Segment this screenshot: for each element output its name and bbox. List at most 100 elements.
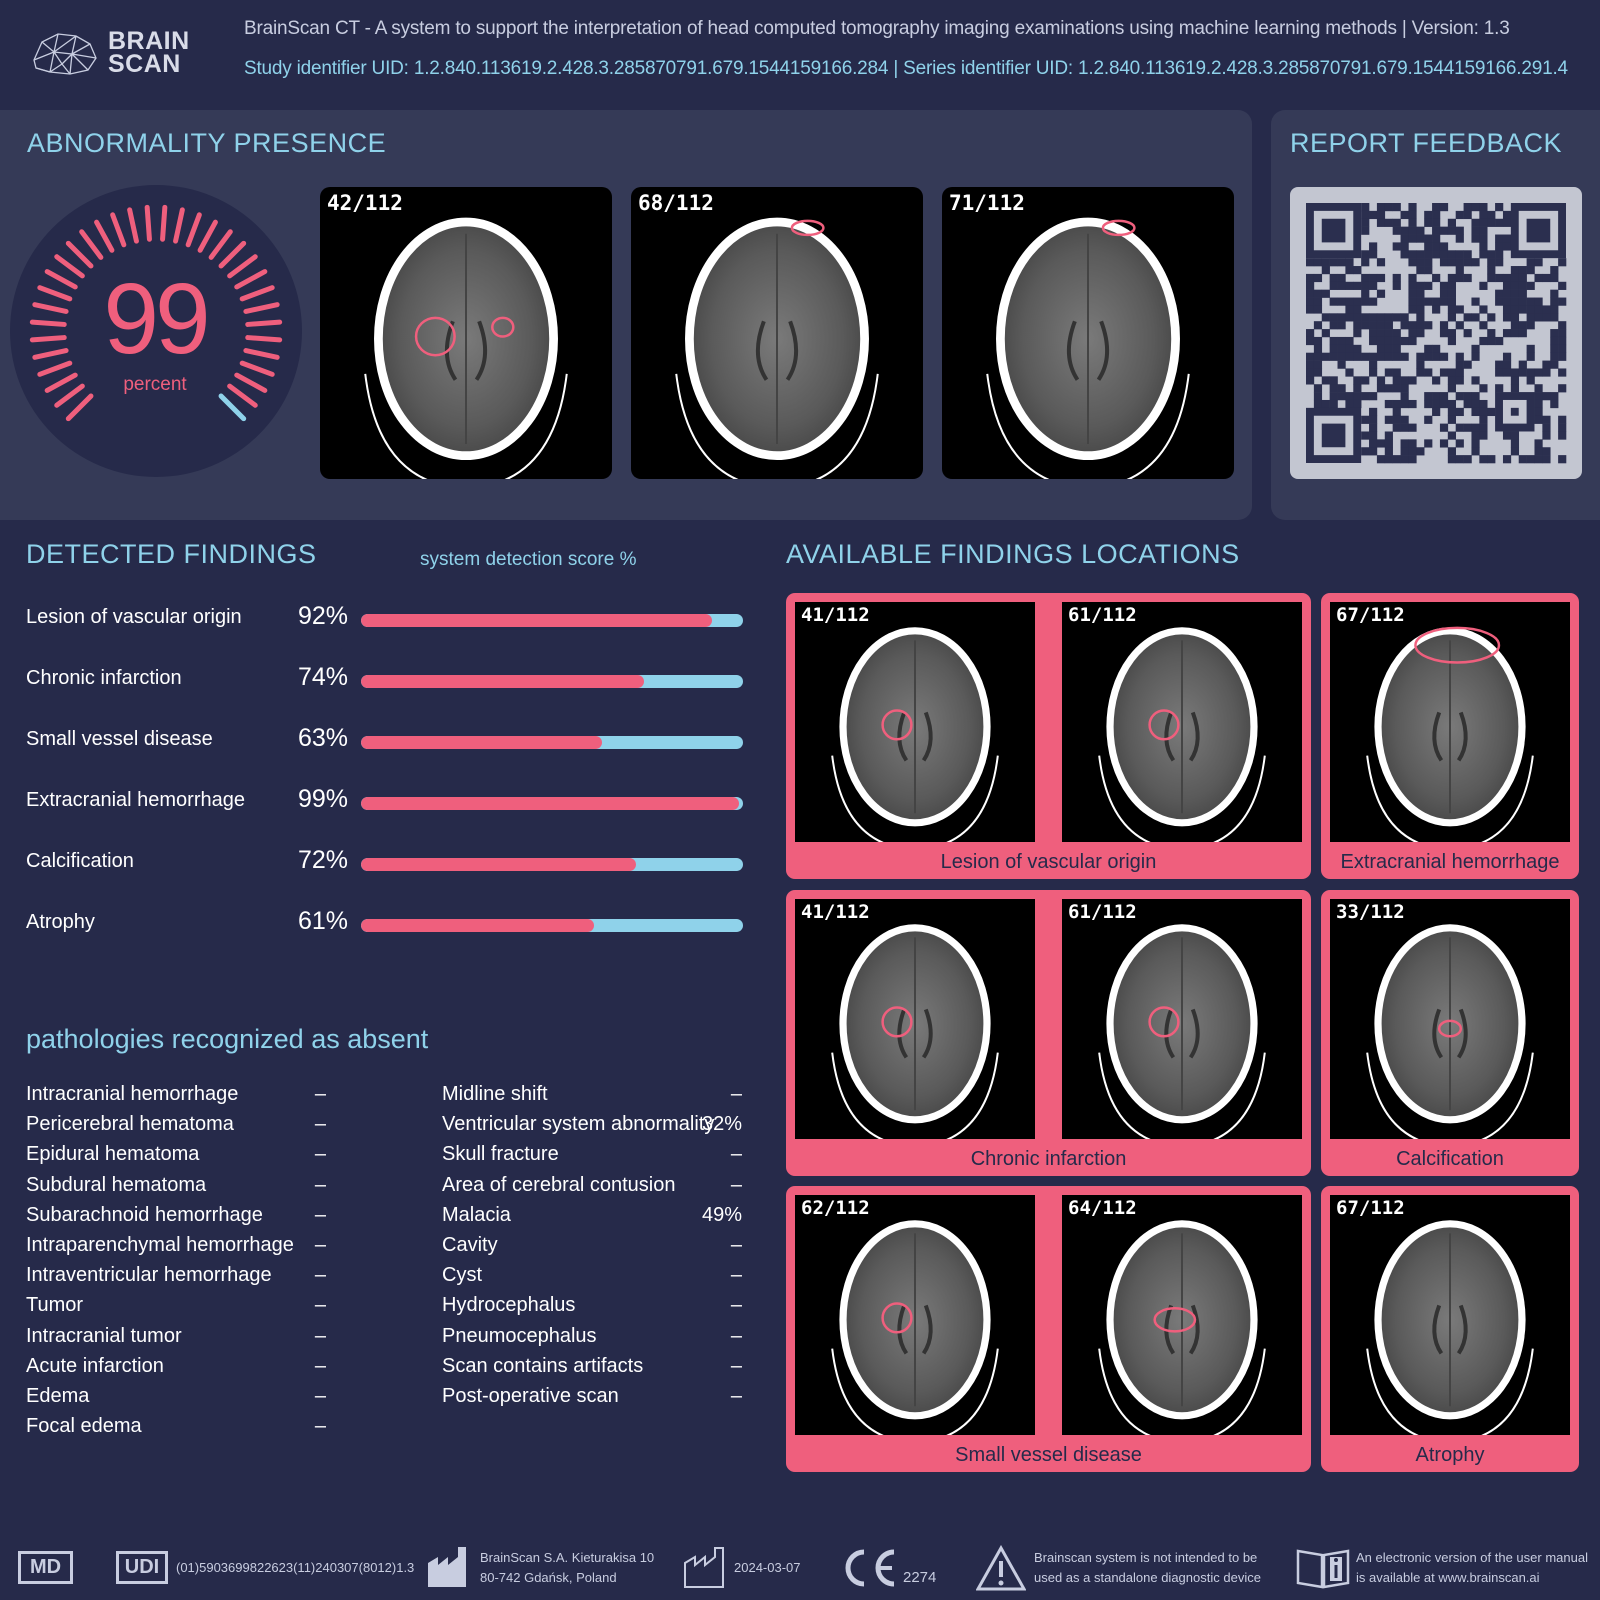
abnormality-slice-1[interactable]: 42/112 [320, 187, 612, 479]
finding-percent: 99% [298, 785, 349, 813]
findings-score-header: system detection score % [420, 549, 637, 570]
absent-pathology-value: – [314, 1143, 326, 1166]
md-symbol-icon: MD [18, 1551, 73, 1584]
absent-pathology-label: Edema [26, 1385, 90, 1407]
findings-title: DETECTED FINDINGS [26, 539, 317, 569]
absent-pathology-value: – [730, 1264, 742, 1287]
absent-pathology-label: Cavity [442, 1234, 498, 1256]
finding-label: Small vessel disease [26, 728, 213, 750]
abnormality-slice-2[interactable]: 68/112 [631, 187, 923, 479]
finding-label: Calcification [26, 850, 134, 872]
locations-title: AVAILABLE FINDINGS LOCATIONS [786, 539, 1240, 569]
finding-score-fill [361, 675, 644, 688]
slice-number: 67/112 [1336, 604, 1405, 626]
user-manual-icon [1296, 1549, 1350, 1589]
finding-score-fill [361, 736, 602, 749]
finding-label: Lesion of vascular origin [26, 606, 242, 628]
manufacture-date: 2024-03-07 [734, 1560, 801, 1575]
finding-location-card[interactable]: 41/112 61/112 Chronic infarction [786, 890, 1311, 1176]
absent-pathology-label: Tumor [26, 1294, 84, 1317]
slice-number: 62/112 [801, 1197, 870, 1219]
finding-label: Chronic infarction [26, 667, 182, 689]
finding-location-caption: Atrophy [1415, 1444, 1485, 1466]
absent-pathology-label: Scan contains artifacts [442, 1354, 644, 1377]
finding-score-bar [361, 614, 743, 627]
slice-number: 42/112 [327, 191, 403, 215]
absent-pathology-value: – [730, 1173, 742, 1196]
absent-pathology-label: Cyst [442, 1264, 482, 1287]
absent-pathology-label: Skull fracture [442, 1143, 559, 1166]
absent-pathology-label: Midline shift [442, 1083, 548, 1105]
finding-score-fill [361, 614, 713, 627]
finding-label: Atrophy [26, 911, 95, 933]
location-slice[interactable]: 67/112 [1330, 602, 1570, 842]
finding-location-caption: Extracranial hemorrhage [1340, 851, 1560, 873]
location-slice[interactable]: 41/112 [795, 899, 1035, 1139]
absent-pathology-value: – [314, 1083, 326, 1105]
absent-pathology-label: Intracranial hemorrhage [26, 1083, 239, 1105]
slice-number: 61/112 [1068, 604, 1137, 626]
absent-pathology-value: – [314, 1234, 326, 1256]
gauge-tick [144, 204, 152, 242]
absent-pathology-label: Area of cerebral contusion [442, 1173, 676, 1196]
absent-pathology-label: Pericerebral hematoma [26, 1113, 234, 1136]
finding-location-card[interactable]: 33/112 Calcification [1321, 890, 1579, 1176]
user-manual-text: An electronic version of the user manual… [1356, 1550, 1588, 1585]
finding-percent: 74% [298, 663, 349, 691]
feedback-qr-code[interactable] [1290, 187, 1582, 479]
finding-score-fill [361, 797, 740, 810]
finding-label: Extracranial hemorrhage [26, 789, 245, 811]
finding-score-fill [361, 858, 637, 871]
slice-number: 68/112 [638, 191, 714, 215]
absent-pathology-label: Malacia [442, 1203, 511, 1226]
location-slice[interactable]: 67/112 [1330, 1195, 1570, 1435]
absent-pathology-label: Hydrocephalus [442, 1294, 576, 1317]
location-slice[interactable]: 41/112 [795, 602, 1035, 842]
absent-pathology-label: Post-operative scan [442, 1385, 619, 1407]
finding-location-card[interactable]: 67/112 Atrophy [1321, 1186, 1579, 1472]
absent-pathology-value: – [314, 1173, 326, 1196]
manufacturer-address: BrainScan S.A. Kieturakisa 10 80-742 Gda… [480, 1550, 655, 1585]
finding-location-card[interactable]: 62/112 64/112 Small vessel disease [786, 1186, 1311, 1472]
finding-score-fill [361, 919, 595, 932]
finding-score-bar [361, 858, 743, 871]
warning-icon [976, 1545, 1026, 1591]
location-slice[interactable]: 33/112 [1330, 899, 1570, 1139]
finding-score-bar [361, 797, 743, 810]
finding-percent: 63% [298, 724, 349, 752]
ce-number: 2274 [903, 1569, 937, 1586]
absent-pathology-value: – [730, 1354, 742, 1377]
finding-score-bar [361, 919, 743, 932]
header-study-uid: Study identifier UID: 1.2.840.113619.2.4… [244, 58, 1568, 79]
slice-number: 41/112 [801, 901, 870, 923]
ce-mark-icon [845, 1549, 895, 1587]
finding-location-caption: Lesion of vascular origin [940, 851, 1157, 873]
absent-pathology-value: – [314, 1294, 326, 1317]
abnormality-title: ABNORMALITY PRESENCE [27, 128, 387, 158]
udi-symbol-icon: UDI [116, 1551, 168, 1584]
manufacture-date-icon [684, 1547, 724, 1588]
absent-title: pathologies recognized as absent [26, 1024, 429, 1054]
slice-number: 33/112 [1336, 901, 1405, 923]
warning-text: Brainscan system is not intended to be u… [1034, 1550, 1261, 1585]
abnormality-score-value: 99 [103, 263, 210, 375]
absent-pathology-label: Epidural hematoma [26, 1143, 200, 1166]
location-slice[interactable]: 61/112 [1062, 602, 1302, 842]
slice-number: 67/112 [1336, 1197, 1405, 1219]
finding-location-card[interactable]: 41/112 61/112 Lesion of vascular origin [786, 593, 1311, 879]
absent-pathology-value: – [314, 1354, 326, 1377]
finding-location-caption: Calcification [1396, 1148, 1504, 1170]
location-slice[interactable]: 64/112 [1062, 1195, 1302, 1435]
abnormality-slice-3[interactable]: 71/112 [942, 187, 1234, 479]
location-slice[interactable]: 62/112 [795, 1195, 1035, 1435]
finding-location-card[interactable]: 67/112 Extracranial hemorrhage [1321, 593, 1579, 879]
absent-pathology-value: – [730, 1234, 742, 1256]
brainscan-logo-icon [33, 33, 97, 75]
slice-number: 41/112 [801, 604, 870, 626]
location-slice[interactable]: 61/112 [1062, 899, 1302, 1139]
feedback-title: REPORT FEEDBACK [1290, 128, 1563, 158]
udi-code: (01)5903699822623(11)240307(8012)1.3 [176, 1560, 415, 1575]
slice-number: 71/112 [949, 191, 1025, 215]
absent-pathology-value: 49% [701, 1203, 742, 1226]
absent-pathology-label: Intracranial tumor [26, 1324, 182, 1347]
